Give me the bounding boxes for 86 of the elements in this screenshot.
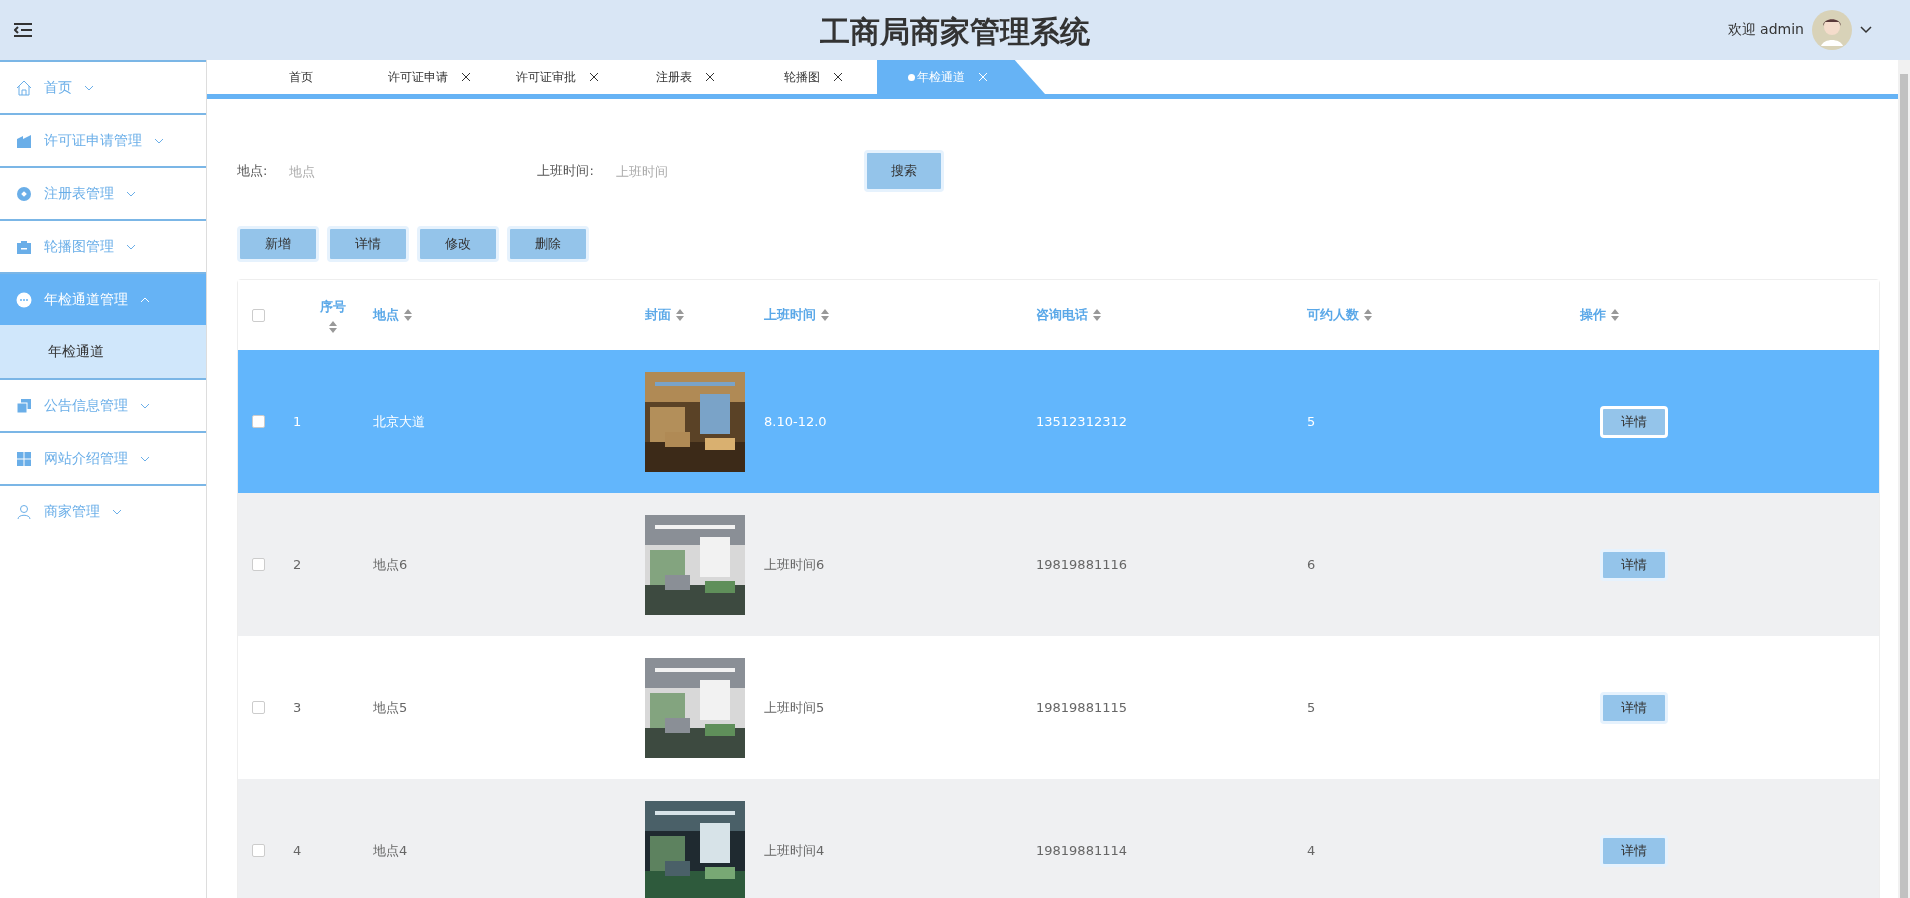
scrollbar[interactable] — [1898, 60, 1910, 898]
table-cell-text: 4 — [1307, 843, 1317, 858]
table-cell-text: 8.10-12.0 — [764, 414, 828, 429]
table-cell-text: 1 — [293, 414, 303, 429]
action-button[interactable]: 修改 — [417, 226, 499, 262]
close-icon[interactable] — [462, 73, 470, 81]
column-header: 封面 — [645, 306, 671, 324]
checkbox[interactable] — [252, 308, 265, 322]
action-button[interactable]: 删除 — [507, 226, 589, 262]
table-row[interactable]: 2 地点6 上班时间6 19819881116 6 详情 — [238, 493, 1879, 636]
disc-icon — [16, 185, 32, 202]
table-cell-text: 4 — [293, 843, 303, 858]
welcome-text: 欢迎 admin — [1727, 21, 1804, 39]
more-icon — [16, 291, 32, 308]
table-cell-text: 2 — [293, 557, 303, 572]
chevron-icon — [154, 137, 164, 144]
table-cell-text: 地点6 — [373, 555, 409, 574]
copy-icon — [16, 397, 32, 414]
tab[interactable]: 许可证审批 — [493, 60, 621, 94]
tab[interactable]: 首页 — [237, 60, 365, 94]
close-icon[interactable] — [706, 73, 714, 81]
table-cell-text: 上班时间4 — [764, 841, 826, 860]
close-icon[interactable] — [834, 73, 842, 81]
table-cell-text: 北京大道 — [373, 412, 426, 431]
table-cell-text: 5 — [1307, 700, 1317, 715]
sort-icon[interactable] — [676, 309, 684, 321]
table-row[interactable]: 1 北京大道 8.10-12.0 13512312312 5 详情 — [238, 350, 1879, 493]
column-header: 地点 — [373, 306, 399, 324]
table-cell-text: 上班时间5 — [764, 698, 826, 717]
search-button[interactable]: 搜索 — [863, 150, 944, 192]
checkbox[interactable] — [252, 558, 265, 571]
tab[interactable]: 注册表 — [621, 60, 749, 94]
briefcase-icon — [16, 238, 32, 255]
menu-icon[interactable] — [14, 23, 32, 37]
action-button[interactable]: 详情 — [327, 226, 409, 262]
table-cell-text: 19819881115 — [1036, 700, 1128, 715]
sort-icon[interactable] — [1611, 309, 1619, 321]
detail-button[interactable]: 详情 — [1600, 691, 1668, 724]
chevron-icon[interactable] — [1860, 26, 1872, 34]
table-cell-text: 5 — [1307, 414, 1317, 429]
chevron-icon — [126, 243, 136, 250]
table-cell-text: 3 — [293, 700, 303, 715]
table-cell-text: 19819881116 — [1036, 557, 1128, 572]
app-title: 工商局商家管理系统 — [820, 13, 1090, 51]
checkbox[interactable] — [252, 701, 265, 714]
field-label: 地点: — [237, 162, 268, 180]
column-header: 序号 — [320, 297, 346, 316]
chevron-icon — [126, 190, 136, 197]
checkbox[interactable] — [252, 844, 265, 857]
column-header: 上班时间 — [764, 306, 816, 324]
checkbox[interactable] — [252, 415, 265, 428]
field-label: 上班时间: — [537, 162, 594, 180]
table-cell-text: 上班时间6 — [764, 555, 826, 574]
table-cell-text: 地点5 — [373, 698, 409, 717]
table-cell-text: 地点4 — [373, 841, 409, 860]
dot-icon — [907, 73, 915, 81]
chevron-icon — [140, 296, 150, 303]
avatar[interactable] — [1812, 10, 1852, 50]
chevron-icon — [140, 455, 150, 462]
table-cell-text: 13512312312 — [1036, 414, 1128, 429]
column-header: 咨询电话 — [1036, 306, 1088, 324]
detail-button[interactable]: 详情 — [1600, 834, 1668, 867]
sort-icon[interactable] — [1093, 309, 1101, 321]
sort-icon[interactable] — [404, 309, 412, 321]
detail-button[interactable]: 详情 — [1600, 548, 1668, 581]
building-icon — [16, 132, 32, 149]
column-header: 操作 — [1580, 306, 1606, 324]
close-icon[interactable] — [590, 73, 598, 81]
action-button[interactable]: 新增 — [237, 226, 319, 262]
user-icon — [16, 503, 32, 520]
sort-icon[interactable] — [1364, 309, 1372, 321]
grid-icon — [16, 450, 32, 467]
tab[interactable]: 轮播图 — [749, 60, 877, 94]
detail-button[interactable]: 详情 — [1600, 405, 1668, 438]
table-row[interactable]: 4 地点4 上班时间4 19819881114 4 详情 — [238, 779, 1879, 898]
sidebar-subitem[interactable]: 年检通道 — [0, 325, 206, 378]
tab[interactable]: 许可证申请 — [365, 60, 493, 94]
column-header: 可约人数 — [1307, 306, 1359, 324]
chevron-icon — [84, 84, 94, 91]
table-cell-text: 6 — [1307, 557, 1317, 572]
sort-icon[interactable] — [329, 320, 337, 333]
table-cell-text: 19819881114 — [1036, 843, 1128, 858]
chevron-icon — [140, 402, 150, 409]
home-icon — [16, 79, 32, 96]
sort-icon[interactable] — [821, 309, 829, 321]
chevron-icon — [112, 508, 122, 515]
